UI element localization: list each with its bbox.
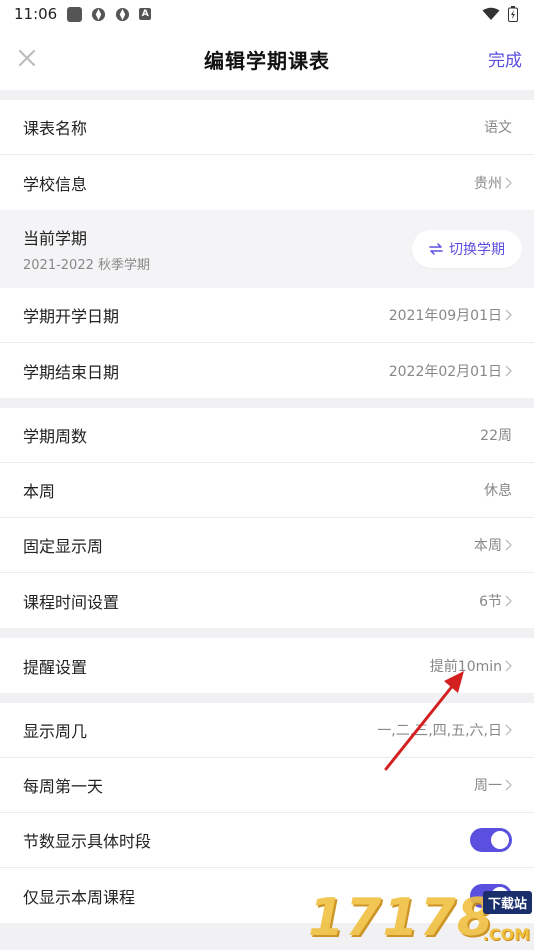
first-day-row[interactable]: 每周第一天 周一 [0,758,534,813]
show-days-row[interactable]: 显示周几 一,二,三,四,五,六,日 [0,703,534,758]
end-date-label: 学期结束日期 [23,362,120,382]
show-period-time-row: 节数显示具体时段 [0,813,534,868]
fixed-week-row[interactable]: 固定显示周 本周 [0,518,534,573]
watermark-domain: .COM [482,925,530,944]
switch-semester-label: 切换学期 [449,242,505,258]
show-period-time-toggle[interactable] [470,828,512,852]
done-button[interactable]: 完成 [488,46,522,71]
weeks-value: 22周 [480,428,512,444]
start-date-label: 学期开学日期 [23,307,120,326]
weeks-row[interactable]: 学期周数 22周 [0,408,534,463]
settings-group-weeks: 学期周数 22周 本周 休息 固定显示周 本周 课程时间设置 6节 [0,408,534,628]
class-time-row[interactable]: 课程时间设置 6节 [0,573,534,628]
status-time: 11:06 [14,5,58,23]
this-week-value: 休息 [484,483,512,499]
reminder-value: 提前10min [430,656,512,676]
app-notification-icon [67,6,83,22]
wifi-icon [482,7,500,20]
aperture-icon [92,7,106,21]
chevron-right-icon [505,595,512,606]
settings-group-dates: 学期开学日期 2021年09月01日 学期结束日期 2022年02月01日 [0,288,534,398]
fixed-week-value: 本周 [474,535,512,555]
fixed-week-label: 固定显示周 [23,537,104,556]
page-title: 编辑学期课表 [204,48,330,73]
only-this-week-label: 仅显示本周课程 [23,887,136,907]
this-week-label: 本周 [23,482,56,501]
watermark-logo: 17178 下载站 .COM [304,885,534,950]
current-semester-row: 当前学期 2021-2022 秋季学期 切换学期 [0,210,534,288]
chevron-right-icon [505,365,512,376]
first-day-value: 周一 [474,775,512,795]
a-notification-icon: A [139,8,152,20]
schedule-name-row[interactable]: 课表名称 语文 [0,100,534,155]
this-week-row[interactable]: 本周 休息 [0,463,534,518]
show-days-value: 一,二,三,四,五,六,日 [377,720,512,740]
close-icon[interactable] [16,47,38,69]
reminder-row[interactable]: 提醒设置 提前10min [0,638,534,693]
chevron-right-icon [505,724,512,736]
chevron-right-icon [505,660,512,671]
show-days-label: 显示周几 [23,722,88,741]
schedule-name-value: 语文 [484,120,512,136]
show-period-time-label: 节数显示具体时段 [23,832,152,851]
start-date-row[interactable]: 学期开学日期 2021年09月01日 [0,288,534,343]
settings-group-basic: 课表名称 语文 学校信息 贵州 [0,100,534,210]
header: 编辑学期课表 完成 [0,28,534,90]
switch-semester-button[interactable]: 切换学期 [412,230,522,268]
class-time-label: 课程时间设置 [23,592,120,612]
battery-charging-icon [508,6,518,22]
first-day-label: 每周第一天 [23,777,104,796]
schedule-name-label: 课表名称 [23,119,88,138]
start-date-value: 2021年09月01日 [389,305,512,325]
chevron-right-icon [505,309,512,321]
end-date-row[interactable]: 学期结束日期 2022年02月01日 [0,343,534,398]
weeks-label: 学期周数 [23,427,88,446]
class-time-value: 6节 [479,591,512,611]
toggle-knob [491,831,509,849]
school-info-row[interactable]: 学校信息 贵州 [0,155,534,210]
current-semester-value: 2021-2022 秋季学期 [23,258,150,273]
current-semester-label: 当前学期 [23,229,88,248]
status-bar: 11:06 A [0,0,534,28]
watermark-badge: 下载站 [482,891,532,914]
school-info-value: 贵州 [474,173,512,193]
settings-group-reminder: 提醒设置 提前10min [0,638,534,693]
swap-icon [429,243,443,255]
end-date-value: 2022年02月01日 [389,361,512,381]
school-info-label: 学校信息 [23,174,88,194]
chevron-right-icon [505,177,512,188]
reminder-label: 提醒设置 [23,657,88,677]
chevron-right-icon [505,539,512,551]
chevron-right-icon [505,779,512,791]
aperture-icon [116,7,130,21]
watermark-digits: 17178 [308,888,494,948]
